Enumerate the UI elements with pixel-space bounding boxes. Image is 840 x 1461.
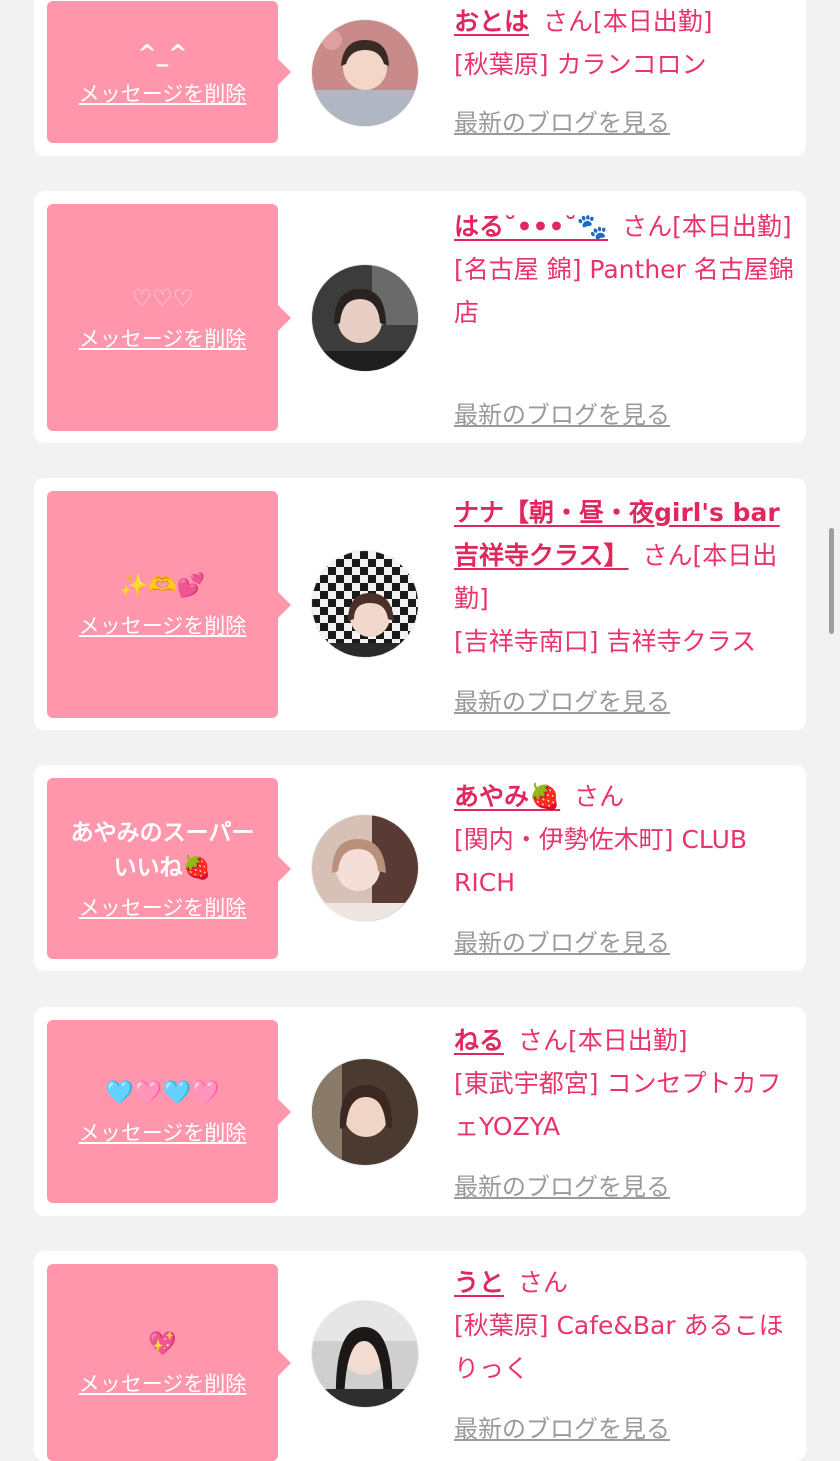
san-label: さん xyxy=(622,212,673,241)
message-text: ♡♡♡ xyxy=(131,286,194,312)
girl-name-link[interactable]: あやみ🍓 xyxy=(454,782,560,811)
girl-name-link[interactable]: ねる xyxy=(454,1026,504,1055)
delete-message-link[interactable]: メッセージを削除 xyxy=(79,610,247,640)
san-label: さん xyxy=(518,1268,569,1297)
message-text: ✨🫶💕 xyxy=(119,573,206,599)
message-bubble: ✨🫶💕 メッセージを削除 xyxy=(47,491,291,718)
shop-label: [秋葉原] Cafe&Bar あるこほりっく xyxy=(454,1311,784,1383)
girl-info: ナナ【朝・昼・夜girl's bar吉祥寺クラス】 さん[本日出勤] [吉祥寺南口… xyxy=(454,491,794,663)
favorite-card: ♡♡♡ メッセージを削除 はる˘•••˘🐾 さん[本日出勤] [名古屋 錦] Pa… xyxy=(34,191,806,443)
girl-info: うと さん [秋葉原] Cafe&Bar あるこほりっく xyxy=(454,1261,794,1390)
message-text: 🩵🩷🩵🩷 xyxy=(105,1080,220,1106)
san-label: さん xyxy=(642,541,693,570)
delete-message-link[interactable]: メッセージを削除 xyxy=(79,78,247,108)
favorite-card: ^_^ メッセージを削除 おとは さん[本日出勤] [秋葉原] カランコロン 最新… xyxy=(34,0,806,156)
message-bubble: あやみのスーパー いいね🍓 メッセージを削除 xyxy=(47,778,291,959)
message-bubble: ^_^ メッセージを削除 xyxy=(47,1,291,143)
latest-blog-link[interactable]: 最新のブログを見る xyxy=(454,1409,670,1444)
status-label: [本日出勤] xyxy=(593,7,713,36)
latest-blog-link[interactable]: 最新のブログを見る xyxy=(454,103,670,138)
shop-label: [秋葉原] カランコロン xyxy=(454,50,707,79)
delete-message-link[interactable]: メッセージを削除 xyxy=(79,323,247,353)
girl-info: あやみ🍓 さん [関内・伊勢佐木町] CLUB RICH xyxy=(454,775,794,904)
delete-message-link[interactable]: メッセージを削除 xyxy=(79,892,247,922)
scrollbar[interactable] xyxy=(829,528,834,634)
san-label: さん xyxy=(518,1026,569,1055)
message-text: 💖 xyxy=(148,1331,177,1357)
favorite-card: 🩵🩷🩵🩷 メッセージを削除 ねる さん[本日出勤] [東武宇都宮] コンセプトカフ… xyxy=(34,1007,806,1216)
girl-name-link[interactable]: はる˘•••˘🐾 xyxy=(454,212,608,241)
avatar[interactable] xyxy=(312,551,418,657)
favorite-card: ✨🫶💕 メッセージを削除 ナナ【朝・昼・夜girl's bar吉祥寺クラス】 さん… xyxy=(34,478,806,730)
shop-label: [吉祥寺南口] 吉祥寺クラス xyxy=(454,627,756,656)
avatar[interactable] xyxy=(312,265,418,371)
san-label: さん xyxy=(574,782,625,811)
favorite-card: あやみのスーパー いいね🍓 メッセージを削除 あやみ🍓 さん [関内・伊勢佐木町]… xyxy=(34,765,806,971)
latest-blog-link[interactable]: 最新のブログを見る xyxy=(454,1167,670,1202)
girl-info: はる˘•••˘🐾 さん[本日出勤] [名古屋 錦] Panther 名古屋錦店 xyxy=(454,205,794,334)
status-label: [本日出勤] xyxy=(672,212,792,241)
shop-label: [東武宇都宮] コンセプトカフェYOZYA xyxy=(454,1069,782,1141)
delete-message-link[interactable]: メッセージを削除 xyxy=(79,1117,247,1147)
avatar[interactable] xyxy=(312,1059,418,1165)
latest-blog-link[interactable]: 最新のブログを見る xyxy=(454,395,670,430)
delete-message-link[interactable]: メッセージを削除 xyxy=(79,1368,247,1398)
shop-label: [関内・伊勢佐木町] CLUB RICH xyxy=(454,825,748,897)
latest-blog-link[interactable]: 最新のブログを見る xyxy=(454,682,670,717)
avatar[interactable] xyxy=(312,20,418,126)
message-bubble: 💖 メッセージを削除 xyxy=(47,1264,291,1461)
girl-info: おとは さん[本日出勤] [秋葉原] カランコロン xyxy=(454,0,794,86)
message-bubble: 🩵🩷🩵🩷 メッセージを削除 xyxy=(47,1020,291,1203)
avatar[interactable] xyxy=(312,815,418,921)
avatar[interactable] xyxy=(312,1301,418,1407)
san-label: さん xyxy=(543,7,594,36)
status-label: [本日出勤] xyxy=(568,1026,688,1055)
girl-name-link[interactable]: うと xyxy=(454,1268,504,1297)
message-text: ^_^ xyxy=(137,40,188,67)
girl-info: ねる さん[本日出勤] [東武宇都宮] コンセプトカフェYOZYA xyxy=(454,1019,794,1148)
favorite-card: 💖 メッセージを削除 うと さん [秋葉原] Cafe&Bar あるこほりっく 最… xyxy=(34,1251,806,1461)
latest-blog-link[interactable]: 最新のブログを見る xyxy=(454,923,670,958)
message-text: あやみのスーパー いいね🍓 xyxy=(70,819,255,881)
girl-name-link[interactable]: おとは xyxy=(454,7,529,36)
shop-label: [名古屋 錦] Panther 名古屋錦店 xyxy=(454,255,794,327)
message-bubble: ♡♡♡ メッセージを削除 xyxy=(47,204,291,431)
